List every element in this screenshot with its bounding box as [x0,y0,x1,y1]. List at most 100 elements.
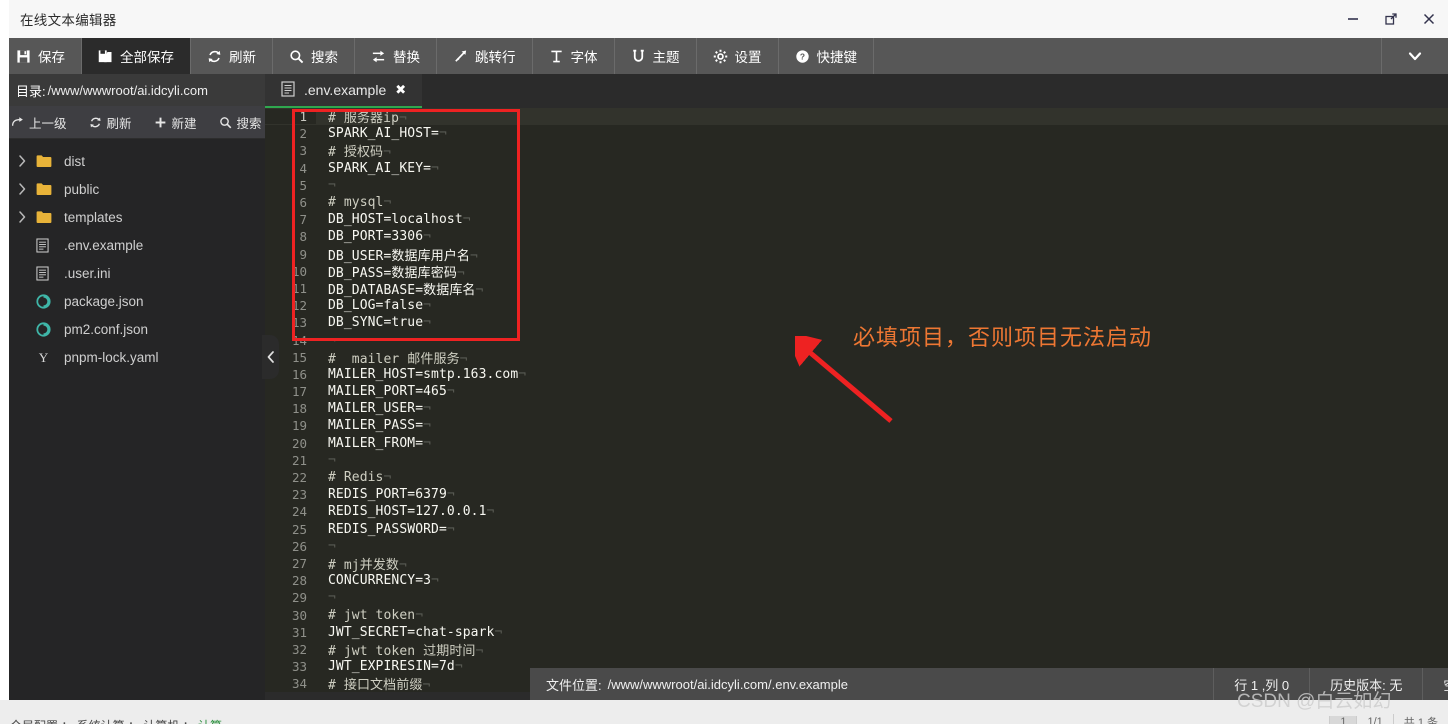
toolbar-button-10[interactable]: ? 快捷键 [779,38,874,74]
code-line[interactable]: 5 ¬ [265,177,1448,194]
code-line[interactable]: 29 ¬ [265,589,1448,606]
code-line[interactable]: 8 DB_PORT=3306¬ [265,228,1448,245]
toolbar-button-label: 跳转行 [475,50,516,65]
toolbar-button-label: 搜索 [311,50,338,65]
toolbar-button-4[interactable]: 搜索 [273,38,355,74]
line-number: 1 [265,109,316,125]
file-location: 文件位置: /www/wwwroot/ai.idcyli.com/.env.ex… [530,675,848,694]
file-icon [36,265,62,281]
code-line[interactable]: 10 DB_PASS=数据库密码¬ [265,263,1448,281]
close-icon[interactable] [1410,0,1448,38]
json-file-icon [36,293,51,309]
line-text: DB_PORT=3306¬ [328,229,432,245]
code-line[interactable]: 1 # 服务器ip¬ [265,108,1448,126]
tree-item-.env.example[interactable]: .env.example [0,231,265,259]
line-text: ¬ [328,590,336,606]
pager-item-3[interactable]: 共 1 条 [1392,714,1448,724]
toolbar-button-2[interactable]: 全部保存 [82,38,191,74]
code-line[interactable]: 30 # jwt token¬ [265,606,1448,623]
line-text: # mj并发数¬ [328,557,407,573]
toolbar-overflow-button[interactable] [1382,38,1448,74]
line-text: REDIS_HOST=127.0.0.1¬ [328,504,495,520]
pager-item-1[interactable]: 1 [1329,716,1357,724]
pager-item-2[interactable]: 1/1 [1356,716,1392,724]
code-editor[interactable]: 必填项目，否则项目无法启动 1 # 服务器ip¬ 2 SPARK_AI_HOST=¬ 3… [265,108,1448,692]
sidebar-collapse-handle[interactable] [262,335,279,379]
search-icon [290,49,304,63]
tree-item-templates[interactable]: templates [0,203,265,231]
font-icon [550,50,562,62]
toolbar-button-5[interactable]: 替换 [355,38,437,74]
toolbar-button-1[interactable]: 保存 [0,38,82,74]
toolbar-button-label: 刷新 [229,50,256,65]
file-action-2[interactable]: 刷新 [78,113,143,132]
line-text: # Redis¬ [328,470,392,486]
chevron-right-icon[interactable] [18,183,36,195]
toolbar-button-6[interactable]: 跳转行 [437,38,533,74]
code-line[interactable]: 3 # 授权码¬ [265,142,1448,160]
code-line[interactable]: 9 DB_USER=数据库用户名¬ [265,246,1448,264]
file-action-3[interactable]: 新建 [143,113,208,132]
toolbar-button-label: 主题 [652,50,680,65]
toolbar-button-7[interactable]: 字体 [533,38,615,74]
search-icon [219,116,231,128]
save-all-icon [98,49,112,62]
line-number: 5 [265,177,316,193]
code-line[interactable]: 20 MAILER_FROM=¬ [265,435,1448,452]
editor-tab[interactable]: .env.example ✖ [265,74,423,108]
file-location-label: 文件位置: [546,677,602,693]
tree-item-public[interactable]: public [0,175,265,203]
toolbar-button-label: 保存 [38,50,65,65]
chevron-right-icon[interactable] [18,211,36,223]
code-line[interactable]: 6 # mysql¬ [265,194,1448,211]
tree-item-package.json[interactable]: package.json [0,287,265,315]
chevron-right-icon[interactable] [18,155,36,167]
toolbar-button-8[interactable]: 主题 [615,38,697,74]
code-line[interactable]: 23 REDIS_PORT=6379¬ [265,486,1448,503]
code-line[interactable]: 28 CONCURRENCY=3¬ [265,572,1448,589]
help-icon: ? [795,49,809,63]
file-action-label: 搜索 [236,116,262,131]
code-line[interactable]: 2 SPARK_AI_HOST=¬ [265,125,1448,142]
line-text: # mailer 邮件服务¬ [328,351,468,367]
code-line[interactable]: 12 DB_LOG=false¬ [265,297,1448,314]
code-line[interactable]: 25 REDIS_PASSWORD=¬ [265,521,1448,538]
line-number: 7 [265,212,316,228]
toolbar-button-9[interactable]: 设置 [697,38,779,74]
tree-item-label: .user.ini [64,265,111,281]
indent-spaces[interactable]: 空格: 4 [1422,668,1448,700]
maximize-icon[interactable] [1372,0,1410,38]
line-number: 25 [265,521,316,537]
line-text: MAILER_PORT=465¬ [328,384,455,400]
code-line[interactable]: 26 ¬ [265,538,1448,555]
code-line[interactable]: 21 ¬ [265,452,1448,469]
toolbar-button-3[interactable]: 刷新 [191,38,273,74]
minimize-icon[interactable] [1334,0,1372,38]
replace-icon [372,50,385,62]
replace-icon [371,49,386,64]
tree-item-pm2.conf.json[interactable]: pm2.conf.json [0,315,265,343]
close-icon[interactable]: ✖ [395,82,406,98]
file-tree: dist public templates .env.example .user.ini… [0,139,265,371]
directory-bar: 目录: /www/wwwroot/ai.idcyli.com [0,74,265,106]
line-number: 2 [265,126,316,142]
code-line[interactable]: 32 # jwt token 过期时间¬ [265,641,1448,659]
code-line[interactable]: 7 DB_HOST=localhost¬ [265,211,1448,228]
font-icon [549,49,564,64]
code-line[interactable]: 22 # Redis¬ [265,469,1448,486]
code-line[interactable]: 24 REDIS_HOST=127.0.0.1¬ [265,503,1448,520]
editor-tab-bar: .env.example ✖ [265,74,1448,108]
code-line[interactable]: 31 JWT_SECRET=chat-spark¬ [265,624,1448,641]
code-line[interactable]: 11 DB_DATABASE=数据库名¬ [265,280,1448,298]
code-line[interactable]: 27 # mj并发数¬ [265,555,1448,573]
line-number: 24 [265,504,316,520]
line-text: ¬ [328,177,336,193]
file-action-4[interactable]: 搜索 [208,113,273,132]
tree-item-pnpm-lock.yaml[interactable]: Ypnpm-lock.yaml [0,343,265,371]
code-line[interactable]: 4 SPARK_AI_KEY=¬ [265,160,1448,177]
tree-item-.user.ini[interactable]: .user.ini [0,259,265,287]
json-icon [36,293,62,309]
line-text: ¬ [328,452,336,468]
file-action-1[interactable]: 上一级 [0,113,78,132]
tree-item-dist[interactable]: dist [0,147,265,175]
